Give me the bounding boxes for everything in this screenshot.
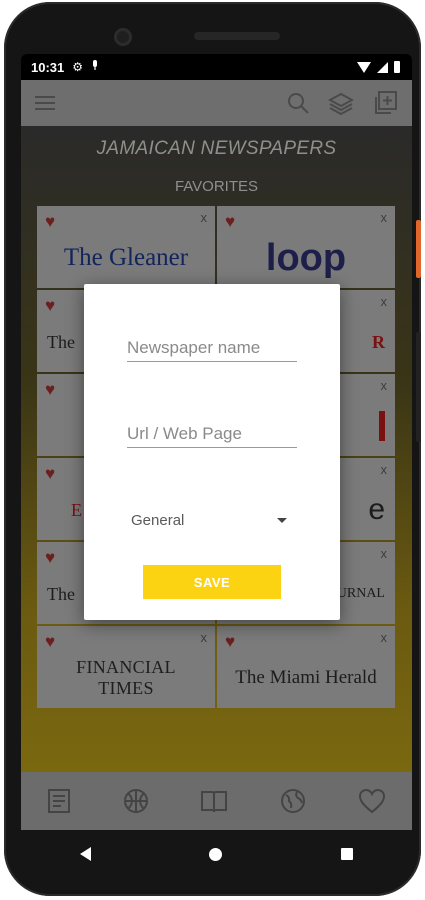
- app-bar: [21, 80, 412, 126]
- category-selected-value: General: [131, 512, 185, 529]
- status-time: 10:31: [31, 59, 65, 75]
- heart-icon[interactable]: ♥: [45, 212, 55, 232]
- mic-icon: [91, 60, 99, 74]
- earpiece-speaker: [194, 32, 280, 40]
- layers-icon[interactable]: [328, 91, 354, 115]
- heart-icon[interactable]: ♥: [45, 380, 55, 400]
- close-icon[interactable]: x: [201, 210, 208, 225]
- add-box-icon[interactable]: [372, 90, 398, 116]
- heart-icon[interactable]: ♥: [45, 548, 55, 568]
- add-newspaper-dialog: Newspaper name Url / Web Page General SA…: [84, 284, 340, 620]
- heart-icon[interactable]: ♥: [225, 212, 235, 232]
- battery-icon: [394, 61, 400, 73]
- search-icon[interactable]: [286, 91, 310, 115]
- newspaper-name-input[interactable]: Newspaper name: [127, 338, 297, 362]
- section-title: FAVORITES: [174, 178, 259, 195]
- recents-icon[interactable]: [340, 848, 353, 860]
- close-icon[interactable]: x: [381, 210, 388, 225]
- chevron-down-icon: [277, 518, 287, 523]
- wifi-icon: [357, 61, 371, 73]
- url-input[interactable]: Url / Web Page: [127, 424, 297, 448]
- bottom-nav: [21, 772, 412, 830]
- home-icon[interactable]: [209, 847, 223, 861]
- newspaper-card[interactable]: ♥ x loop: [217, 206, 395, 288]
- close-icon[interactable]: x: [381, 378, 388, 393]
- logo-fragment: [379, 411, 385, 441]
- front-camera: [114, 28, 132, 46]
- newspaper-card[interactable]: ♥ x The Gleaner: [37, 206, 215, 288]
- heart-icon[interactable]: [358, 788, 386, 814]
- save-button[interactable]: SAVE: [143, 565, 281, 599]
- close-icon[interactable]: x: [381, 546, 388, 561]
- close-icon[interactable]: x: [381, 630, 388, 645]
- heart-icon[interactable]: ♥: [45, 464, 55, 484]
- heart-icon[interactable]: ♥: [225, 632, 235, 652]
- newspaper-card[interactable]: ♥ x FINANCIAL TIMES: [37, 626, 215, 708]
- close-icon[interactable]: x: [381, 294, 388, 309]
- signal-icon: [377, 61, 388, 73]
- news-icon[interactable]: [47, 788, 71, 814]
- menu-icon[interactable]: [35, 92, 55, 114]
- gear-icon: ⚙: [72, 60, 84, 74]
- close-icon[interactable]: x: [381, 462, 388, 477]
- basketball-icon[interactable]: [123, 788, 149, 814]
- newspaper-logo: The Miami Herald: [235, 667, 377, 688]
- newspaper-logo: FINANCIAL TIMES: [76, 657, 176, 698]
- volume-button: [416, 332, 421, 442]
- newspaper-logo: The Gleaner: [63, 244, 189, 271]
- heart-icon[interactable]: ♥: [45, 296, 55, 316]
- heart-icon[interactable]: ♥: [45, 632, 55, 652]
- newspaper-card[interactable]: ♥ x The Miami Herald: [217, 626, 395, 708]
- page-title: JAMAICAN NEWSPAPERS: [96, 138, 337, 159]
- newspaper-logo: loop: [265, 236, 347, 279]
- system-nav-bar: [21, 830, 412, 878]
- globe-icon[interactable]: [280, 788, 306, 814]
- book-icon[interactable]: [200, 788, 228, 814]
- close-icon[interactable]: x: [201, 630, 208, 645]
- status-bar: 10:31 ⚙: [21, 54, 412, 80]
- power-button: [416, 220, 421, 278]
- category-select[interactable]: General: [131, 512, 287, 529]
- back-icon[interactable]: [80, 847, 92, 861]
